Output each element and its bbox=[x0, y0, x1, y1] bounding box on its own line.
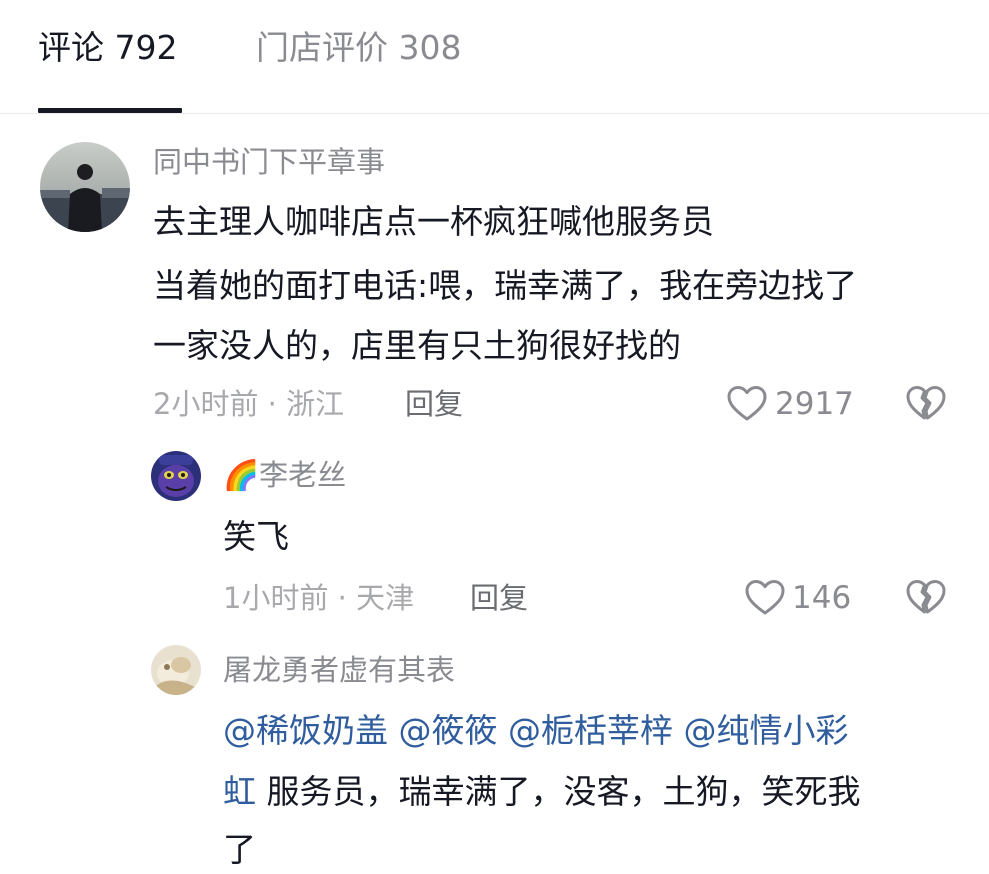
heart-icon bbox=[727, 386, 767, 421]
mention-link[interactable]: 虹 bbox=[223, 772, 256, 811]
reply-button[interactable]: 回复 bbox=[405, 382, 463, 426]
comment-text-line: 了 bbox=[223, 830, 256, 869]
comment-meta: 2小时前 · 浙江 bbox=[153, 387, 345, 421]
mention-link[interactable]: @栀栝莘梓 bbox=[508, 711, 673, 750]
username-text: 李老丝 bbox=[259, 458, 347, 492]
comment-text-line: 去主理人咖啡店点一杯疯狂喊他服务员 bbox=[153, 202, 714, 241]
tab-store-reviews[interactable]: 门店评价 308 bbox=[256, 24, 461, 72]
comment-text-line: 虹 服务员，瑞幸满了，没客，土狗，笑死我 bbox=[223, 768, 861, 816]
mention-link[interactable]: @筱筱 bbox=[399, 711, 498, 750]
comment-text-line: 笑飞 bbox=[223, 517, 289, 556]
reply-button[interactable]: 回复 bbox=[470, 576, 528, 620]
like-button[interactable] bbox=[745, 579, 785, 617]
tab-comments[interactable]: 评论 792 bbox=[38, 24, 177, 72]
comment-text-line: 一家没人的，店里有只土狗很好找的 bbox=[153, 326, 681, 365]
comment-username[interactable]: 屠龙勇者虚有其表 bbox=[223, 648, 455, 692]
rainbow-emoji: 🌈 bbox=[223, 458, 260, 492]
mention-link[interactable]: @稀饭奶盖 bbox=[223, 711, 388, 750]
heart-icon bbox=[745, 580, 785, 615]
avatar-photo-icon bbox=[151, 645, 201, 695]
comment-text: 服务员，瑞幸满了，没客，土狗，笑死我 bbox=[256, 772, 861, 811]
like-count: 146 bbox=[792, 580, 852, 616]
comment-username[interactable]: 同中书门下平章事 bbox=[153, 140, 385, 184]
broken-heart-icon bbox=[906, 580, 946, 614]
mention-link[interactable]: @纯情小彩 bbox=[684, 711, 849, 750]
dislike-button[interactable] bbox=[906, 385, 946, 423]
like-button[interactable] bbox=[727, 385, 767, 423]
avatar[interactable] bbox=[151, 645, 201, 695]
avatar[interactable] bbox=[151, 451, 201, 501]
comment-text-line: 当着她的面打电话:喂，瑞幸满了，我在旁边找了 bbox=[153, 266, 858, 305]
like-count: 2917 bbox=[775, 386, 854, 422]
avatar-cartoon-icon bbox=[151, 451, 201, 501]
comment-text-line: @稀饭奶盖 @筱筱 @栀栝莘梓 @纯情小彩 bbox=[223, 707, 849, 755]
comment-meta: 1小时前 · 天津 bbox=[223, 581, 415, 615]
tab-divider bbox=[0, 113, 989, 114]
avatar-photo-icon bbox=[40, 142, 130, 232]
broken-heart-icon bbox=[906, 386, 946, 420]
comment-username[interactable]: 🌈李老丝 bbox=[223, 453, 346, 497]
dislike-button[interactable] bbox=[906, 579, 946, 617]
avatar[interactable] bbox=[40, 142, 130, 232]
